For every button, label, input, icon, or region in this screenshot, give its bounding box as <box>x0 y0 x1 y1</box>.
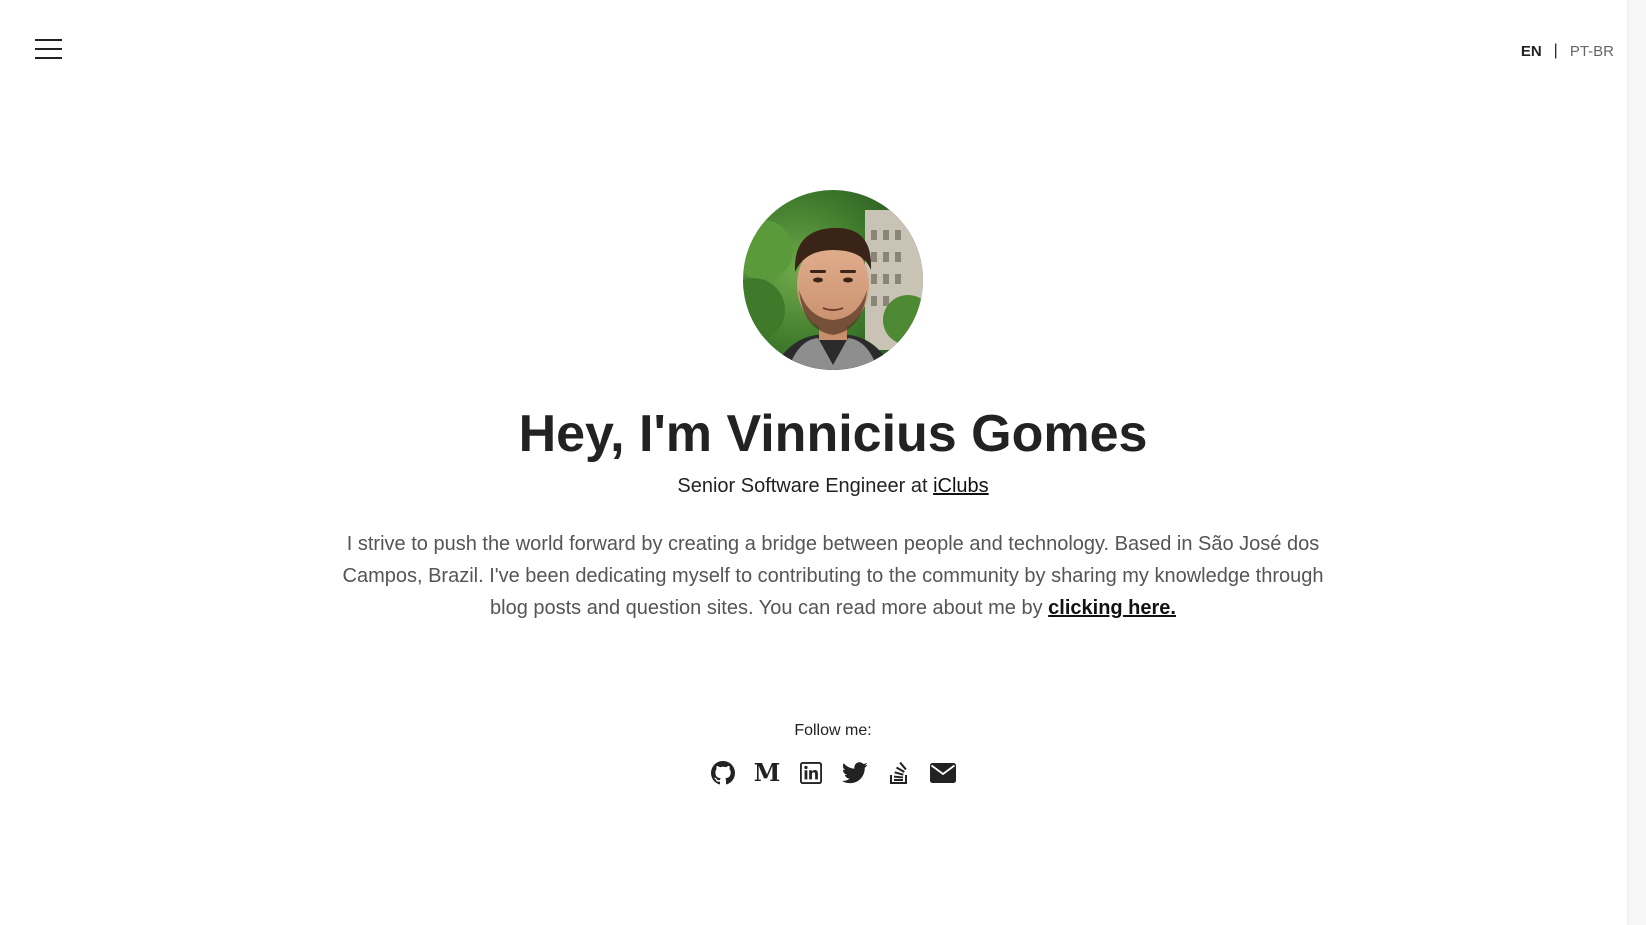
github-glyph <box>711 761 735 785</box>
stackoverflow-icon[interactable] <box>886 760 912 786</box>
linkedin-icon[interactable] <box>798 760 824 786</box>
avatar <box>743 190 923 370</box>
bio-paragraph: I strive to push the world forward by cr… <box>330 528 1336 624</box>
language-pt-br-link[interactable]: PT-BR <box>1570 43 1614 60</box>
language-separator: | <box>1553 42 1558 59</box>
page: EN | PT-BR Hey, I'm Vinnicius Gomes Seni… <box>0 0 1646 925</box>
job-title-text: Senior Software Engineer at <box>677 475 934 497</box>
email-glyph <box>930 763 956 783</box>
twitter-icon[interactable] <box>842 760 868 786</box>
menu-line <box>35 39 62 41</box>
company-link[interactable]: iClubs <box>933 475 989 497</box>
about-me-link[interactable]: clicking here. <box>1048 597 1176 619</box>
twitter-glyph <box>842 762 868 784</box>
job-subtitle: Senior Software Engineer at iClubs <box>0 475 1646 498</box>
menu-line <box>35 57 62 59</box>
stackoverflow-glyph <box>890 761 907 784</box>
linkedin-glyph <box>800 762 822 784</box>
github-icon[interactable] <box>710 760 736 786</box>
email-icon[interactable] <box>930 760 956 786</box>
language-switcher: EN | PT-BR <box>1521 42 1614 60</box>
language-en-link[interactable]: EN <box>1521 43 1542 60</box>
hamburger-menu-icon[interactable] <box>35 36 62 62</box>
medium-icon[interactable]: M <box>753 758 781 787</box>
avatar-photo <box>743 190 923 370</box>
page-title: Hey, I'm Vinnicius Gomes <box>518 405 1148 463</box>
page-scrollbar[interactable] <box>1627 0 1646 925</box>
social-links: M <box>710 760 956 786</box>
follow-label: Follow me: <box>794 722 872 739</box>
medium-glyph: M <box>753 758 781 787</box>
menu-line <box>35 48 62 50</box>
bio-text: I strive to push the world forward by cr… <box>342 533 1324 619</box>
